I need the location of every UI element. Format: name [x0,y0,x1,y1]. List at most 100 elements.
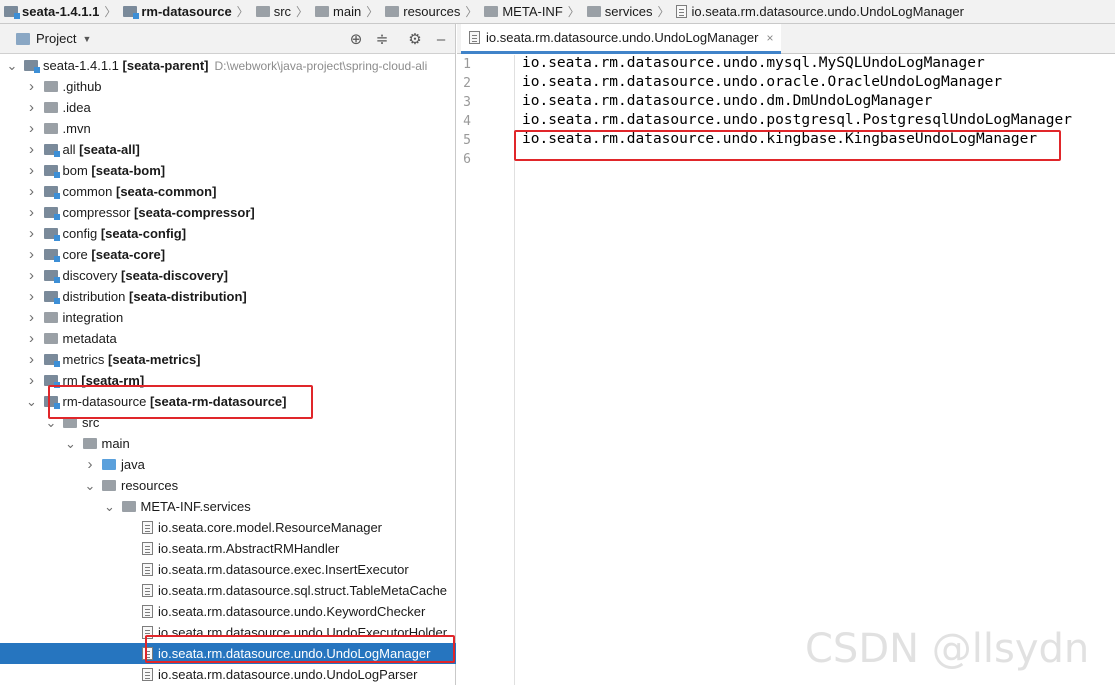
module-icon [123,6,140,19]
tree-item[interactable]: › java [0,454,456,475]
tree-item-module-name: [seata-parent] [122,58,209,73]
breadcrumb-item[interactable]: resources 〉 [383,0,482,23]
chevron-right-icon[interactable]: › [26,225,38,242]
breadcrumb-item[interactable]: seata-1.4.1.1 〉 [2,0,121,23]
folder-icon [484,6,499,17]
breadcrumb-item[interactable]: main 〉 [313,0,383,23]
chevron-right-icon[interactable]: › [26,204,38,221]
module-icon [43,291,60,304]
file-icon [142,563,153,576]
chevron-right-icon[interactable]: › [26,120,38,137]
tree-item[interactable]: › config [seata-config] [0,223,456,244]
line-number-gutter: 1 2 3 4 5 6 [457,55,515,685]
breadcrumb-item[interactable]: io.seata.rm.datasource.undo.UndoLogManag… [674,0,964,23]
chevron-right-icon[interactable]: › [26,351,38,368]
tree-item[interactable]: › metadata [0,328,456,349]
tree-item[interactable]: ›io.seata.rm.datasource.undo.KeywordChec… [0,601,456,622]
chevron-right-icon[interactable]: › [26,246,38,263]
tree-item[interactable]: › compressor [seata-compressor] [0,202,456,223]
tree-item[interactable]: › core [seata-core] [0,244,456,265]
tree-item[interactable]: ⌄ resources [0,475,456,496]
tree-item[interactable]: ›io.seata.rm.datasource.undo.UndoLogPars… [0,664,456,685]
editor-tab[interactable]: io.seata.rm.datasource.undo.UndoLogManag… [461,24,782,54]
tree-item-label: io.seata.rm.AbstractRMHandler [158,541,340,556]
chevron-down-icon[interactable]: ▼ [82,34,91,44]
chevron-right-icon[interactable]: › [26,309,38,326]
chevron-down-icon[interactable]: ⌄ [6,59,18,72]
chevron-down-icon[interactable]: ⌄ [84,479,96,492]
chevron-right-icon[interactable]: › [26,78,38,95]
module-icon [24,60,40,73]
chevron-right-icon[interactable]: › [84,456,96,473]
module-icon [43,270,60,283]
tree-item[interactable]: › .github [0,76,456,97]
module-icon [43,144,60,157]
chevron-down-icon[interactable]: ⌄ [104,500,116,513]
tree-item[interactable]: › integration [0,307,456,328]
tree-item[interactable]: ›io.seata.core.model.ResourceManager [0,517,456,538]
breadcrumb-separator-icon: 〉 [104,5,117,19]
code-line[interactable]: io.seata.rm.datasource.undo.dm.DmUndoLog… [522,93,932,109]
tree-item[interactable]: ⌄ META-INF.services [0,496,456,517]
chevron-right-icon[interactable]: › [26,141,38,158]
chevron-right-icon[interactable]: › [26,330,38,347]
breadcrumb-separator-icon: 〉 [366,5,379,19]
chevron-right-icon[interactable]: › [26,288,38,305]
tree-item[interactable]: › .idea [0,97,456,118]
tree-item[interactable]: ›io.seata.rm.AbstractRMHandler [0,538,456,559]
file-icon [676,5,688,18]
chevron-right-icon[interactable]: › [26,267,38,284]
locate-icon[interactable]: ⊕ [346,29,366,49]
project-panel: Project ▼ ⊕ ≑ ⚙ – ⌄ seata-1.4.1.1 [seata-… [0,24,456,685]
code-line[interactable]: io.seata.rm.datasource.undo.mysql.MySQLU… [522,55,985,71]
highlight-box-file [145,635,455,663]
chevron-down-icon[interactable]: ⌄ [45,416,57,429]
tree-item[interactable]: ⌄ seata-1.4.1.1 [seata-parent] D:\webwork\… [0,55,456,76]
module-icon [43,249,60,262]
line-number: 1 [463,57,471,72]
tree-item-label: all [62,142,76,157]
chevron-right-icon[interactable]: › [26,99,38,116]
tree-item[interactable]: › bom [seata-bom] [0,160,456,181]
code-line[interactable]: io.seata.rm.datasource.undo.oracle.Oracl… [522,74,1002,90]
tree-item[interactable]: › all [seata-all] [0,139,456,160]
close-icon[interactable]: × [766,31,773,45]
module-icon [4,6,20,19]
tree-item-label: discovery [62,268,118,283]
tree-item[interactable]: ⌄ main [0,433,456,454]
minimize-icon[interactable]: – [431,29,451,49]
tree-item[interactable]: ›io.seata.rm.datasource.sql.struct.Table… [0,580,456,601]
chevron-down-icon[interactable]: ⌄ [65,437,77,450]
tree-item-module-name: [seata-core] [91,247,166,262]
breadcrumb-label: src [273,4,292,19]
tree-item[interactable]: › distribution [seata-distribution] [0,286,456,307]
gear-icon[interactable]: ⚙ [405,29,425,49]
tree-item-label: .idea [62,100,91,115]
breadcrumb-label: rm-datasource [141,4,232,19]
file-icon [142,542,153,555]
tree-item[interactable]: › metrics [seata-metrics] [0,349,456,370]
chevron-right-icon[interactable]: › [26,372,38,389]
editor-tab-bar: io.seata.rm.datasource.undo.UndoLogManag… [457,24,1115,54]
tree-item[interactable]: › discovery [seata-discovery] [0,265,456,286]
folder-icon [586,6,601,17]
collapse-icon[interactable]: ≑ [372,29,392,49]
tree-item-label: metadata [62,331,117,346]
line-number: 3 [463,95,471,110]
chevron-down-icon[interactable]: ⌄ [26,395,38,408]
code-line[interactable]: io.seata.rm.datasource.undo.postgresql.P… [522,112,1072,128]
breadcrumb-item[interactable]: rm-datasource 〉 [121,0,253,23]
project-panel-title[interactable]: Project [36,31,76,46]
chevron-right-icon[interactable]: › [26,162,38,179]
breadcrumb-item[interactable]: src 〉 [254,0,313,23]
folder-icon [102,480,116,491]
breadcrumb-separator-icon: 〉 [567,5,580,19]
chevron-right-icon[interactable]: › [26,183,38,200]
breadcrumb-item[interactable]: META-INF 〉 [482,0,584,23]
breadcrumb-item[interactable]: services 〉 [585,0,675,23]
tree-item[interactable]: › .mvn [0,118,456,139]
tree-item-path: D:\webwork\java-project\spring-cloud-ali [214,59,428,73]
tree-item[interactable]: › common [seata-common] [0,181,456,202]
tree-item-label: resources [121,478,179,493]
tree-item[interactable]: ›io.seata.rm.datasource.exec.InsertExecu… [0,559,456,580]
